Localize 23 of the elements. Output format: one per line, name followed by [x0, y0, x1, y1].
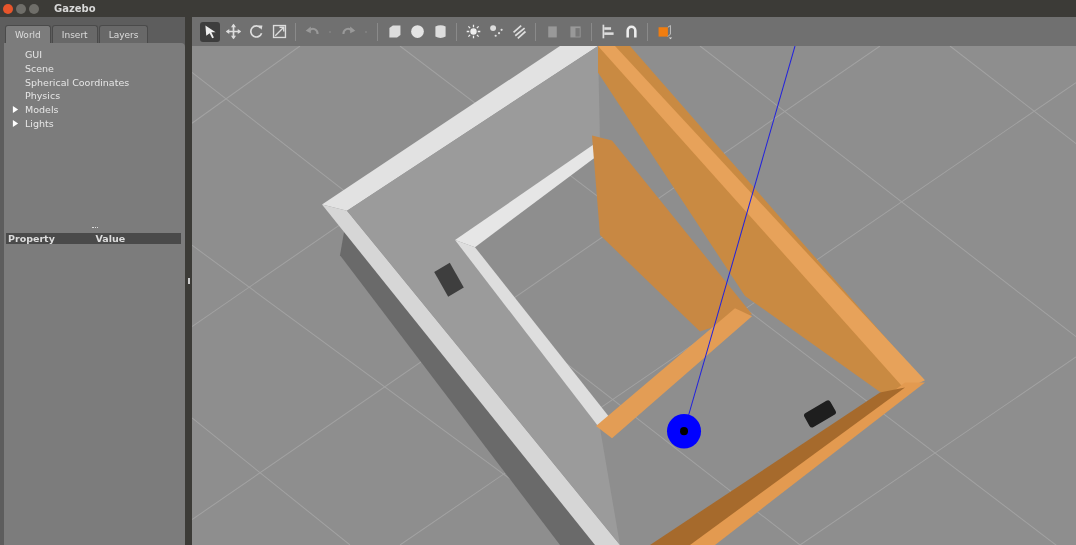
tree-item[interactable]: Physics — [25, 90, 61, 102]
tree-item[interactable]: Models — [25, 104, 59, 116]
splitter-handle[interactable] — [92, 227, 98, 230]
expand-arrow-icon[interactable] — [12, 106, 19, 114]
column-header: Property — [7, 233, 56, 244]
expand-arrow-icon[interactable] — [12, 119, 19, 127]
sun-icon[interactable] — [464, 23, 482, 40]
tab[interactable]: Insert — [51, 25, 98, 43]
lines-icon[interactable] — [510, 23, 528, 40]
window-title: Gazebo — [54, 3, 96, 14]
minimize-button[interactable] — [16, 3, 26, 14]
tree-item[interactable]: Spherical Coordinates — [25, 76, 130, 88]
column-header: Value — [94, 233, 127, 244]
spotlight-icon[interactable] — [487, 23, 505, 40]
maximize-button[interactable] — [29, 3, 39, 14]
3d-scene-drawing[interactable] — [192, 46, 1076, 545]
tab[interactable]: Layers — [98, 25, 149, 43]
sphere-icon[interactable] — [408, 23, 426, 40]
tree-item[interactable]: GUI — [25, 49, 43, 61]
tab[interactable]: World — [5, 25, 51, 43]
tree-item[interactable]: Lights — [25, 117, 54, 129]
tree-item[interactable]: Scene — [25, 63, 54, 75]
close-button[interactable] — [3, 3, 13, 14]
